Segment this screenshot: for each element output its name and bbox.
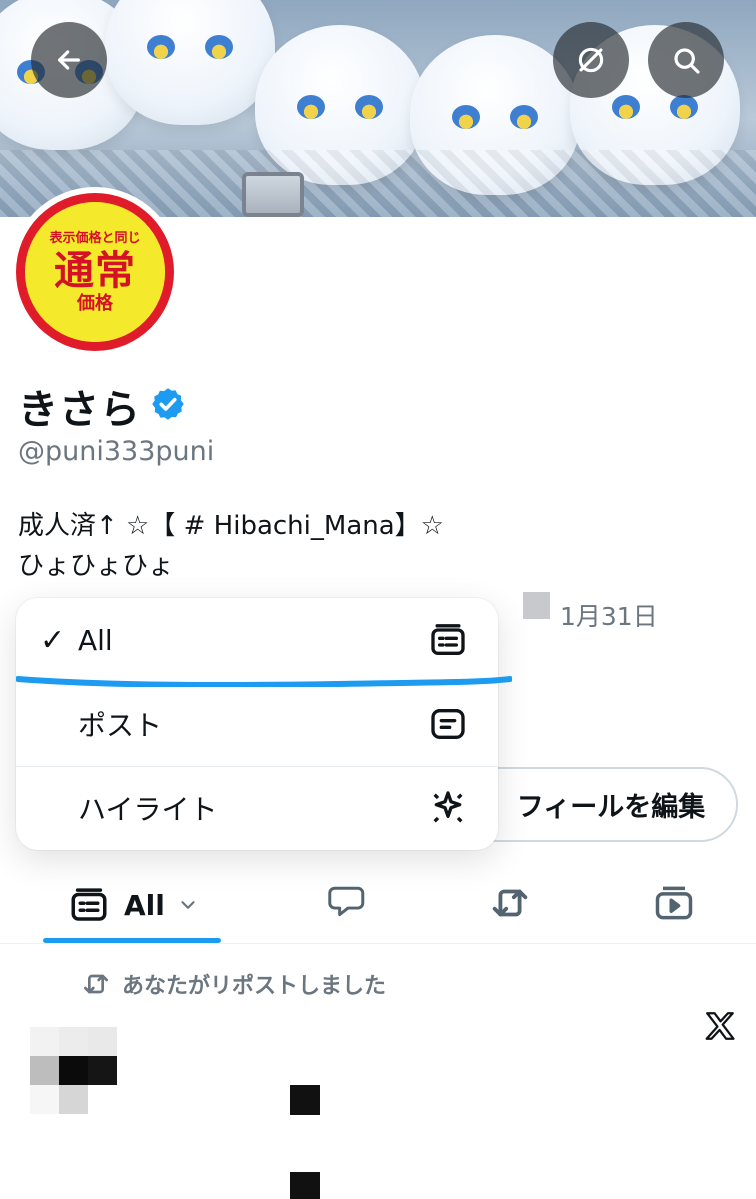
post-icon (431, 709, 465, 739)
bio: 成人済↑ ☆【 # Hibachi_Mana】☆ ひょひょひょ (18, 506, 444, 586)
avatar-image: 表示価格と同じ 通常 価格 (16, 193, 174, 351)
x-logo-icon (705, 1012, 735, 1040)
tab-all-label: All (124, 888, 165, 922)
back-button[interactable] (31, 22, 107, 98)
reply-bubble-icon (328, 886, 365, 917)
join-date: 1月31日 (560, 602, 658, 631)
menu-item-posts[interactable]: ポスト (16, 682, 498, 766)
obscured-pixel (290, 1172, 320, 1199)
bio-line: 成人済↑ ☆【 # Hibachi_Mana】☆ (18, 511, 444, 541)
feed-avatar[interactable] (30, 1027, 117, 1114)
menu-item-all[interactable]: ✓ All (16, 598, 498, 682)
all-feed-icon (71, 888, 107, 921)
video-icon (655, 886, 693, 920)
tab-media[interactable] (652, 881, 696, 925)
search-button[interactable] (648, 22, 724, 98)
no-notifications-button[interactable] (553, 22, 629, 98)
tabs-divider (0, 943, 756, 944)
menu-item-label: ハイライト (78, 793, 218, 826)
menu-item-label: All (78, 623, 113, 657)
no-notifications-icon (578, 47, 604, 73)
tab-replies[interactable] (324, 880, 368, 924)
annotation-underline (16, 676, 512, 687)
obscured-element (523, 592, 550, 619)
avatar-text-mid: 価格 (77, 292, 113, 314)
repost-icon (492, 889, 528, 917)
repost-notice: あなたがリポストしました (80, 968, 386, 1000)
avatar-badge: 表示価格と同じ 通常 価格 (25, 202, 165, 342)
avatar[interactable]: 表示価格と同じ 通常 価格 (10, 187, 180, 357)
display-name: きさら (18, 387, 141, 433)
menu-item-highlights[interactable]: ハイライト (16, 766, 498, 850)
chevron-down-icon (181, 901, 195, 909)
all-feed-icon (431, 624, 465, 655)
bio-line: ひょひょひょ (18, 551, 175, 581)
menu-item-label: ポスト (78, 709, 163, 742)
avatar-text-small: 表示価格と同じ (49, 230, 141, 246)
obscured-pixel (290, 1085, 320, 1115)
tab-reposts[interactable] (487, 880, 533, 926)
avatar-text-big: 通常 (54, 247, 136, 294)
back-arrow-icon (58, 50, 80, 70)
highlight-icon (433, 791, 463, 823)
tab-all[interactable]: All (68, 880, 199, 930)
plush-figure (105, 0, 275, 125)
case-latch (242, 172, 304, 217)
repost-notice-text: あなたがリポストしました (122, 974, 387, 999)
feed-filter-menu: ✓ All ポスト ハイライト (16, 598, 498, 850)
verified-badge-icon (152, 388, 184, 420)
handle: @puni333puni (18, 436, 215, 467)
repost-icon (84, 974, 108, 994)
check-mark-icon: ✓ (40, 622, 66, 658)
edit-profile-button[interactable]: フィールを編集 (460, 767, 738, 842)
profile-banner[interactable] (0, 0, 756, 217)
search-icon (674, 48, 700, 74)
